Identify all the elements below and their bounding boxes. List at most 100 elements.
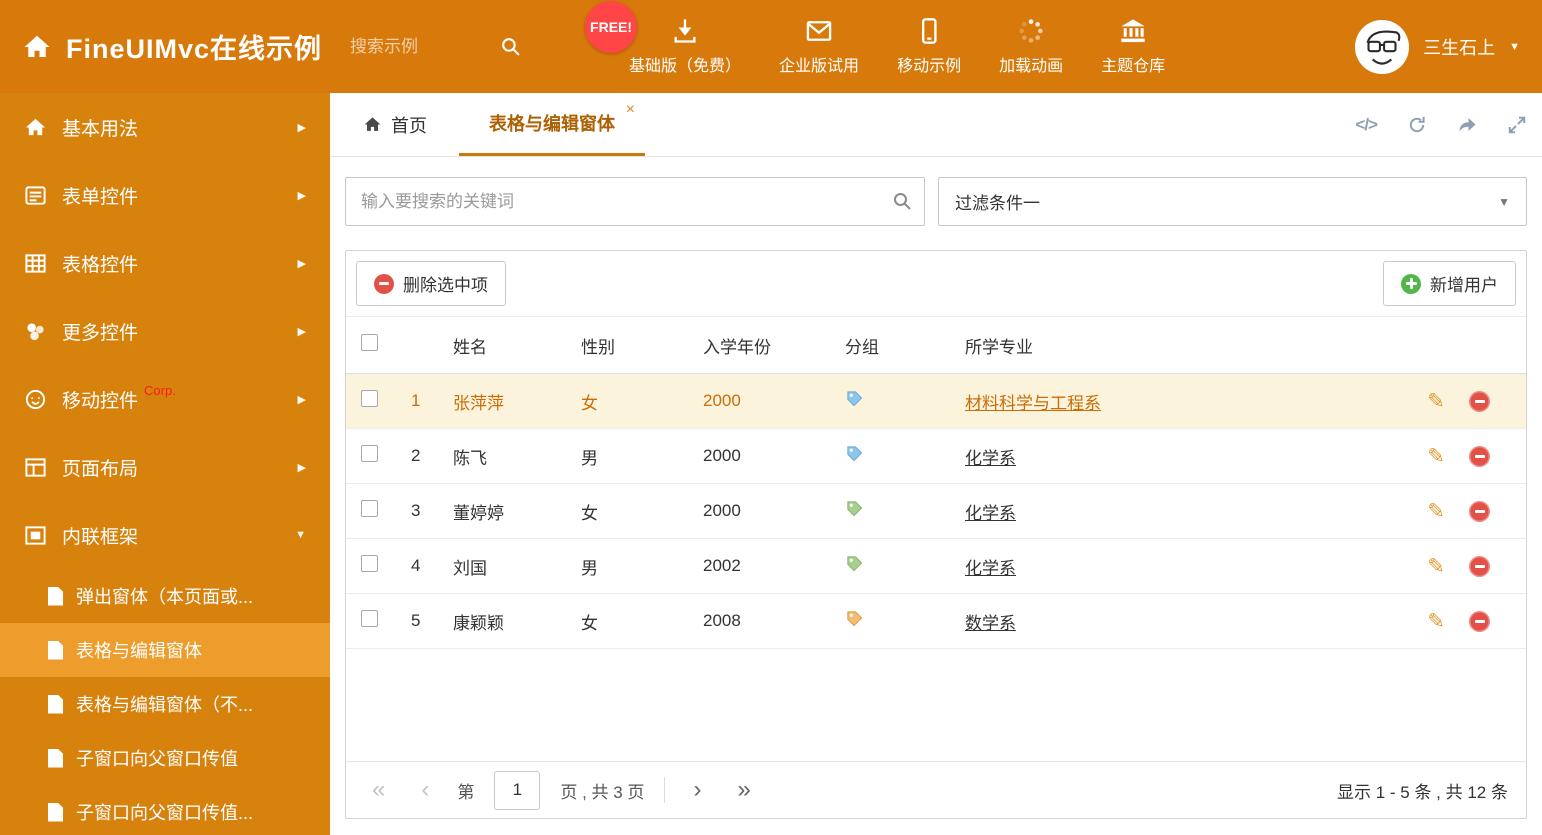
sidebar-subitem-label: 子窗口向父窗口传值 <box>76 749 238 769</box>
nav-item-mobile-demo[interactable]: 移动示例 <box>897 17 961 76</box>
col-header-year[interactable]: 入学年份 <box>688 333 830 358</box>
tag-icon <box>845 609 864 628</box>
table-search-input[interactable] <box>345 177 925 226</box>
page-number-input[interactable] <box>494 770 541 810</box>
refresh-icon[interactable] <box>1407 115 1427 135</box>
caret-down-icon: ▼ <box>1509 40 1520 53</box>
filter-dropdown[interactable]: 过滤条件一 ▼ <box>938 177 1527 226</box>
tab-label: 表格与编辑窗体 <box>489 114 615 134</box>
cell-name: 康颖颖 <box>453 613 504 633</box>
table-row[interactable]: 3 董婷婷 女 2000 化学系 ✎ <box>346 484 1526 539</box>
table-row[interactable]: 4 刘国 男 2002 化学系 ✎ <box>346 539 1526 594</box>
pagination-bar: « ‹ 第 页 , 共 3 页 › » 显示 1 - 5 条 , 共 12 条 <box>346 761 1526 818</box>
edit-icon[interactable]: ✎ <box>1427 556 1445 577</box>
delete-selected-label: 删除选中项 <box>403 276 488 295</box>
nav-item-enterprise-trial[interactable]: 企业版试用 <box>779 17 859 76</box>
cell-name: 张萍萍 <box>453 393 504 413</box>
sidebar-subitem-grid-edit-window-2[interactable]: 表格与编辑窗体（不... <box>0 677 330 731</box>
sidebar-item-grid-controls[interactable]: 表格控件 ▶ <box>0 229 330 297</box>
sidebar-item-page-layout[interactable]: 页面布局 ▶ <box>0 433 330 501</box>
add-user-button[interactable]: 新增用户 <box>1383 261 1516 306</box>
plus-circle-icon <box>1401 273 1421 294</box>
search-icon[interactable] <box>500 36 521 57</box>
view-source-icon[interactable]: </> <box>1355 115 1378 135</box>
sidebar-subitem-label: 子窗口向父窗口传值... <box>76 803 254 823</box>
row-checkbox[interactable] <box>361 500 378 517</box>
fullscreen-icon[interactable] <box>1507 115 1527 135</box>
cell-gender: 男 <box>581 558 598 578</box>
sidebar-subitem-popup-window[interactable]: 弹出窗体（本页面或... <box>0 569 330 623</box>
nav-item-theme-store[interactable]: 主题仓库 <box>1101 17 1165 76</box>
tab-home[interactable]: 首页 <box>345 93 445 156</box>
edit-icon[interactable]: ✎ <box>1427 446 1445 467</box>
select-all-checkbox[interactable] <box>361 334 378 351</box>
row-checkbox[interactable] <box>361 390 378 407</box>
sidebar-subitem-child-to-parent[interactable]: 子窗口向父窗口传值 <box>0 731 330 785</box>
more-controls-icon <box>24 320 47 343</box>
sidebar-item-basic-usage[interactable]: 基本用法 ▶ <box>0 93 330 161</box>
major-link[interactable]: 化学系 <box>965 449 1016 468</box>
grid-panel: 删除选中项 新增用户 姓名 性别 入学年份 分组 所学专业 1 张萍萍 女 20… <box>345 250 1527 819</box>
last-page-icon[interactable]: » <box>729 778 758 802</box>
row-number: 4 <box>411 556 421 575</box>
nav-label: 基础版（免费） <box>629 58 742 75</box>
file-icon <box>48 694 63 714</box>
prev-page-icon[interactable]: ‹ <box>413 778 437 802</box>
edit-icon[interactable]: ✎ <box>1427 611 1445 632</box>
table-row[interactable]: 2 陈飞 男 2000 化学系 ✎ <box>346 429 1526 484</box>
bank-icon <box>1121 19 1145 43</box>
tab-grid-edit-window[interactable]: 表格与编辑窗体 × <box>459 93 645 156</box>
major-link[interactable]: 数学系 <box>965 614 1016 633</box>
sidebar-item-form-controls[interactable]: 表单控件 ▶ <box>0 161 330 229</box>
delete-selected-button[interactable]: 删除选中项 <box>356 261 506 306</box>
search-icon[interactable] <box>892 191 912 216</box>
delete-row-icon[interactable] <box>1469 445 1490 467</box>
cell-name: 刘国 <box>453 558 487 578</box>
home-icon <box>24 35 50 57</box>
tab-tools: </> <box>1355 93 1527 156</box>
header-search-input[interactable] <box>350 36 491 57</box>
table-row[interactable]: 1 张萍萍 女 2000 材料科学与工程系 ✎ <box>346 374 1526 429</box>
major-link[interactable]: 化学系 <box>965 504 1016 523</box>
row-checkbox[interactable] <box>361 610 378 627</box>
cell-gender: 女 <box>581 393 598 413</box>
main-content: 首页 表格与编辑窗体 × </> 输入要搜索的关键词 过滤条件一 ▼ 删除选中项… <box>330 93 1542 835</box>
sidebar-subitem-grid-edit-window[interactable]: 表格与编辑窗体 <box>0 623 330 677</box>
sidebar-subitem-child-to-parent-2[interactable]: 子窗口向父窗口传值... <box>0 785 330 835</box>
sidebar-item-mobile-controls[interactable]: 移动控件 Corp. ▶ <box>0 365 330 433</box>
nav-item-loading-animations[interactable]: 加载动画 <box>999 17 1063 76</box>
major-link[interactable]: 材料科学与工程系 <box>965 394 1101 413</box>
sidebar-item-more-controls[interactable]: 更多控件 ▶ <box>0 297 330 365</box>
close-icon[interactable]: × <box>626 102 635 118</box>
table-search <box>345 177 925 226</box>
major-link[interactable]: 化学系 <box>965 559 1016 578</box>
header-search <box>350 36 521 57</box>
edit-icon[interactable]: ✎ <box>1427 501 1445 522</box>
col-header-gender[interactable]: 性别 <box>566 333 688 358</box>
header-nav: FREE! 基础版（免费） 企业版试用 移动示例 加载动画 主题仓库 <box>585 1 1165 76</box>
layout-icon <box>24 456 47 479</box>
table-row[interactable]: 5 康颖颖 女 2008 数学系 ✎ <box>346 594 1526 649</box>
brand[interactable]: FineUIMvc在线示例 <box>22 27 322 66</box>
delete-row-icon[interactable] <box>1469 555 1490 577</box>
delete-row-icon[interactable] <box>1469 610 1490 632</box>
row-checkbox[interactable] <box>361 555 378 572</box>
row-checkbox[interactable] <box>361 445 378 462</box>
user-menu[interactable]: 三生石上 ▼ <box>1355 19 1520 74</box>
tab-label: 首页 <box>391 115 427 136</box>
delete-row-icon[interactable] <box>1469 390 1490 412</box>
spinner-icon <box>1019 19 1043 43</box>
sidebar-subitem-label: 弹出窗体（本页面或... <box>76 587 254 607</box>
col-header-name[interactable]: 姓名 <box>438 333 566 358</box>
sidebar-item-inline-frame[interactable]: 内联框架 ▼ <box>0 501 330 569</box>
first-page-icon[interactable]: « <box>364 778 393 802</box>
edit-icon[interactable]: ✎ <box>1427 391 1445 412</box>
col-header-major[interactable]: 所学专业 <box>950 333 1418 358</box>
col-header-group[interactable]: 分组 <box>830 333 950 358</box>
mobile-controls-icon <box>24 388 47 411</box>
open-new-window-icon[interactable] <box>1457 115 1477 135</box>
grid-toolbar: 删除选中项 新增用户 <box>346 251 1526 317</box>
nav-item-basic-free[interactable]: FREE! 基础版（免费） <box>585 1 742 76</box>
delete-row-icon[interactable] <box>1469 500 1490 522</box>
next-page-icon[interactable]: › <box>685 778 709 802</box>
